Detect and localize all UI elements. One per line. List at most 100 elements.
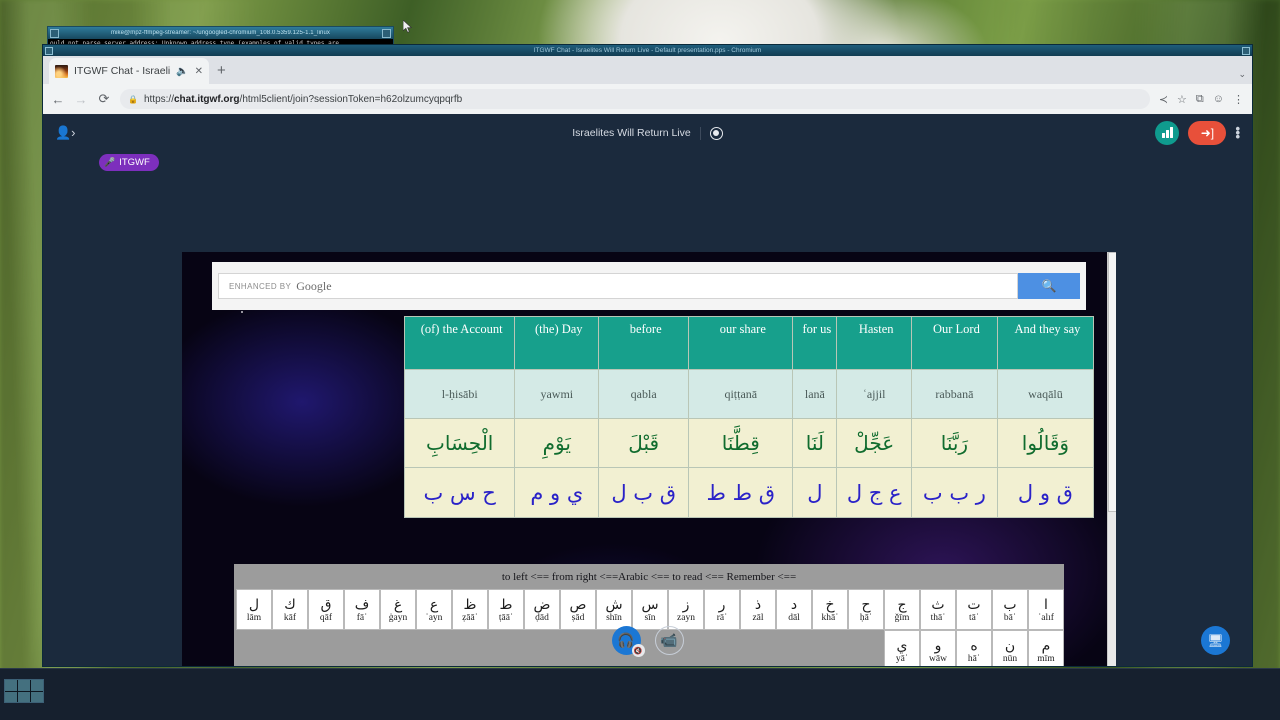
- table-cell[interactable]: ق ط ط: [688, 467, 794, 518]
- terminal-maximize-button[interactable]: [382, 28, 391, 38]
- user-list-icon[interactable]: 👤›: [55, 125, 76, 141]
- table-cell[interactable]: الْحِسَابِ: [403, 418, 516, 468]
- table-cell[interactable]: our share: [688, 316, 794, 370]
- letter-glyph: ف: [354, 596, 370, 613]
- profile-icon[interactable]: ☺: [1213, 93, 1224, 105]
- table-cell[interactable]: qabla: [598, 369, 690, 419]
- vertical-scrollbar[interactable]: [1107, 252, 1116, 666]
- letter-glyph: ش: [605, 596, 623, 613]
- table-cell[interactable]: ق ب ل: [598, 467, 690, 518]
- table-cell[interactable]: ي و م: [514, 467, 600, 518]
- meeting-topbar: 👤› Israelites Will Return Live ➜] • • •: [43, 114, 1252, 152]
- audio-button[interactable]: 🎧 🔇: [611, 626, 645, 657]
- terminal-close-button[interactable]: [50, 28, 59, 38]
- letter-glyph: ك: [284, 596, 296, 613]
- letter-glyph: د: [790, 596, 798, 613]
- letter-glyph: ظ: [463, 596, 477, 613]
- table-cell[interactable]: l-ḥisābi: [403, 369, 516, 419]
- browser-toolbar: ← → ⟳ 🔒 https://chat.itgwf.org/html5clie…: [43, 84, 1252, 114]
- meeting-title: Israelites Will Return Live: [572, 127, 691, 139]
- reload-icon[interactable]: ⟳: [97, 91, 111, 107]
- url-text: https://chat.itgwf.org/html5client/join?…: [143, 93, 463, 105]
- back-icon[interactable]: ←: [51, 92, 65, 107]
- browser-tab[interactable]: ITGWF Chat - Israelites 🔈 ✕: [49, 58, 209, 84]
- options-menu-icon[interactable]: • • •: [1235, 122, 1240, 143]
- table-cell[interactable]: ر ب ب: [910, 467, 998, 518]
- terminal-title: mike@mpz-ffmpeg-streamer: ~/ungoogled-ch…: [110, 30, 331, 36]
- tab-title: ITGWF Chat - Israelites: [74, 65, 171, 77]
- browser-menu-icon[interactable]: ⋮: [1233, 93, 1244, 106]
- terminal-titlebar[interactable]: mike@mpz-ffmpeg-streamer: ~/ungoogled-ch…: [48, 27, 393, 39]
- table-cell[interactable]: رَبَّنَا: [910, 418, 998, 468]
- connection-status-icon[interactable]: [1155, 121, 1180, 145]
- search-button[interactable]: 🔍: [1018, 273, 1080, 299]
- record-indicator-icon[interactable]: [709, 126, 723, 140]
- table-cell[interactable]: قَبْلَ: [598, 418, 690, 468]
- scrollbar-thumb[interactable]: [1108, 252, 1116, 512]
- forward-icon[interactable]: →: [74, 92, 88, 107]
- table-cell[interactable]: ʿajjil: [836, 369, 912, 419]
- letter-glyph: ح: [861, 596, 871, 613]
- table-cell[interactable]: عَجِّلْ: [836, 418, 912, 468]
- table-cell[interactable]: And they say: [996, 316, 1095, 370]
- table-row-english: (of) the Account (the) Day before our share…: [403, 316, 1095, 370]
- table-cell[interactable]: (of) the Account: [403, 316, 516, 370]
- topbar-right-group: ➜] • • •: [1155, 121, 1240, 145]
- table-cell[interactable]: Hasten: [836, 316, 912, 370]
- new-tab-button[interactable]: +: [217, 62, 226, 79]
- letter-glyph: خ: [825, 596, 835, 613]
- table-cell[interactable]: ق و ل: [996, 467, 1095, 518]
- letter-glyph: ل: [248, 596, 260, 613]
- table-cell[interactable]: (the) Day: [514, 316, 600, 370]
- meeting-action-bar: 🎧 🔇 📹: [43, 615, 1252, 666]
- window-maximize-button[interactable]: [1242, 46, 1250, 55]
- enhanced-by-label: ENHANCED BY: [229, 281, 292, 291]
- table-row-arabic: الْحِسَابِ يَوْمِ قَبْلَ قِطَّنَا لَنَا عَجِّ…: [403, 418, 1095, 468]
- table-cell[interactable]: lanā: [792, 369, 838, 419]
- camera-off-button[interactable]: 📹: [654, 626, 684, 655]
- letter-glyph: ت: [967, 596, 981, 613]
- google-search-widget: ENHANCED BY Google 🔍: [212, 262, 1086, 310]
- address-bar[interactable]: 🔒 https://chat.itgwf.org/html5client/joi…: [120, 89, 1150, 109]
- meeting-title-group: Israelites Will Return Live: [43, 114, 1252, 152]
- table-cell[interactable]: qiṭṭanā: [688, 369, 794, 419]
- table-cell[interactable]: ع ج ل: [836, 467, 912, 518]
- screen-share-button[interactable]: 🖥: [1201, 626, 1230, 655]
- share-icon[interactable]: ≺: [1159, 93, 1168, 106]
- extensions-icon[interactable]: ⧉: [1196, 93, 1204, 106]
- search-input[interactable]: ENHANCED BY Google: [218, 273, 1018, 299]
- letter-glyph: ع: [429, 596, 439, 613]
- tab-strip: ITGWF Chat - Israelites 🔈 ✕ + ⌄: [43, 56, 1252, 84]
- window-titlebar[interactable]: ITGWF Chat - Israelites Will Return Live…: [43, 45, 1252, 56]
- table-cell[interactable]: before: [598, 316, 690, 370]
- letter-glyph: س: [641, 596, 659, 613]
- letter-glyph: ج: [897, 596, 907, 613]
- table-cell[interactable]: ح س ب: [403, 467, 516, 518]
- table-cell[interactable]: Our Lord: [910, 316, 998, 370]
- table-cell[interactable]: لَنَا: [792, 418, 838, 468]
- letter-glyph: ط: [499, 596, 513, 613]
- letter-glyph: ب: [1003, 596, 1017, 613]
- table-cell[interactable]: يَوْمِ: [514, 418, 600, 468]
- favicon-icon: [55, 64, 68, 78]
- close-icon[interactable]: ✕: [195, 66, 203, 77]
- leave-session-button[interactable]: ➜]: [1188, 121, 1227, 145]
- workspace-pager[interactable]: [4, 679, 44, 703]
- divider: [699, 126, 701, 140]
- letter-glyph: ث: [931, 596, 945, 613]
- table-cell[interactable]: قِطَّنَا: [688, 418, 794, 468]
- table-cell[interactable]: ل: [792, 467, 838, 518]
- microphone-icon: 🎤: [104, 157, 116, 167]
- window-close-button[interactable]: [45, 46, 53, 55]
- table-cell[interactable]: وَقَالُوا: [996, 418, 1095, 468]
- table-cell[interactable]: rabbanā: [910, 369, 998, 419]
- chevron-down-icon[interactable]: ⌄: [1238, 69, 1246, 80]
- user-presence-chip[interactable]: 🎤 ITGWF: [99, 154, 159, 171]
- speaker-icon[interactable]: 🔈: [176, 66, 188, 77]
- letter-glyph: ا: [1044, 596, 1048, 613]
- bookmark-star-icon[interactable]: ☆: [1177, 93, 1187, 106]
- letter-glyph: ض: [533, 596, 551, 613]
- table-cell[interactable]: waqālū: [996, 369, 1095, 419]
- table-cell[interactable]: yawmi: [514, 369, 600, 419]
- table-cell[interactable]: for us: [792, 316, 838, 370]
